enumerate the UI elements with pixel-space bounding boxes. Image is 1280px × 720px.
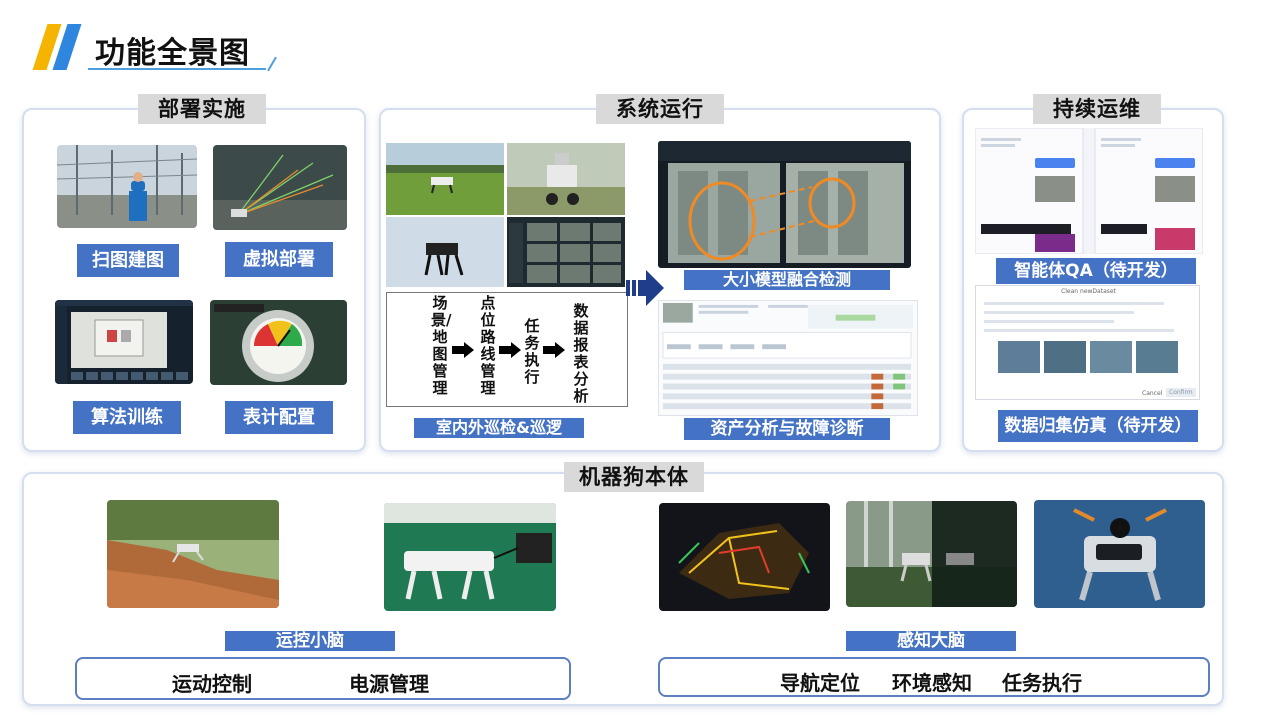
capability-navigation: 导航定位 — [780, 671, 860, 695]
dataset-thumbnail — [1136, 341, 1178, 373]
title-underline — [88, 68, 266, 70]
motion-control-brain-label: 运控小脑 — [225, 631, 395, 651]
deploy-tag: 部署实施 — [138, 94, 266, 124]
asset-analysis-label: 资产分析与故障诊断 — [684, 418, 890, 440]
control-capabilities-pill: 运动控制 电源管理 — [75, 657, 571, 700]
robot-dog-tag: 机器狗本体 — [564, 462, 704, 492]
process-flow-box: 场景/地图管理 点位路线管理 任务执行 数据报表分析 — [386, 292, 628, 407]
dataset-option-row — [984, 302, 1164, 305]
scan-mapping-photo — [57, 145, 197, 228]
dog-closeup-photo — [1034, 500, 1205, 608]
dataset-thumbnail — [1090, 341, 1132, 373]
data-simulation-label: 数据归集仿真（待开发） — [998, 410, 1198, 442]
deploy-item-meter-config: 表计配置 — [225, 401, 333, 434]
dataset-option-row — [984, 320, 1114, 323]
capability-environment-perception: 环境感知 — [892, 671, 972, 695]
patrol-photo-robot — [507, 143, 625, 215]
dataset-thumbnail — [998, 341, 1040, 373]
deploy-item-virtual-deploy: 虚拟部署 — [225, 242, 333, 277]
dog-outdoor-photo — [846, 501, 1017, 607]
patrol-photo-grass — [386, 143, 504, 215]
page-title: 功能全景图 — [95, 36, 250, 71]
deploy-item-algorithm-training: 算法训练 — [73, 401, 181, 434]
qa-agent-label: 智能体QA（待开发） — [996, 258, 1196, 284]
dog-charging-photo — [384, 503, 556, 611]
process-step-task-exec: 任务执行 — [524, 317, 540, 386]
capability-power-management: 电源管理 — [349, 672, 429, 696]
maintenance-tag: 持续运维 — [1033, 94, 1161, 124]
process-arrow-icon — [452, 342, 474, 358]
dataset-option-row — [984, 311, 1134, 314]
capability-motion-control: 运动控制 — [172, 672, 252, 696]
deploy-item-scan-mapping: 扫图建图 — [77, 244, 179, 277]
process-step-point-route: 点位路线管理 — [480, 294, 496, 397]
algorithm-training-screenshot — [55, 300, 193, 384]
dataset-dialog-title: Clean newDataset — [1061, 288, 1116, 295]
lidar-map-photo — [659, 503, 830, 611]
model-detection-label: 大小模型融合检测 — [684, 270, 890, 290]
dataset-cancel-button[interactable]: Cancel — [1142, 390, 1162, 397]
process-arrow-icon — [499, 342, 521, 358]
process-arrow-icon — [543, 342, 565, 358]
dog-terrain-photo — [107, 500, 279, 608]
dataset-dialog: Clean newDataset Cancel Confirm — [975, 285, 1200, 400]
perception-brain-label: 感知大脑 — [846, 631, 1016, 651]
asset-analysis-screenshot — [658, 300, 918, 416]
patrol-label: 室内外巡检&巡逻 — [414, 418, 584, 438]
dataset-thumbnail — [1044, 341, 1086, 373]
model-detection-screenshot — [658, 141, 911, 268]
capability-task-execution: 任务执行 — [1002, 671, 1082, 695]
operation-tag: 系统运行 — [596, 94, 724, 124]
meter-config-photo — [210, 300, 347, 385]
virtual-deploy-photo — [213, 145, 347, 230]
dataset-confirm-button[interactable]: Confirm — [1166, 388, 1196, 397]
qa-chat-screenshot — [975, 128, 1203, 254]
perception-capabilities-pill: 导航定位 环境感知 任务执行 — [658, 657, 1210, 697]
dataset-option-row — [984, 329, 1174, 332]
process-step-scene-map: 场景/地图管理 — [431, 294, 452, 397]
patrol-photo-snow-dog — [386, 217, 504, 287]
process-step-data-report: 数据报表分析 — [573, 302, 589, 405]
patrol-photo-monitor — [507, 217, 625, 287]
